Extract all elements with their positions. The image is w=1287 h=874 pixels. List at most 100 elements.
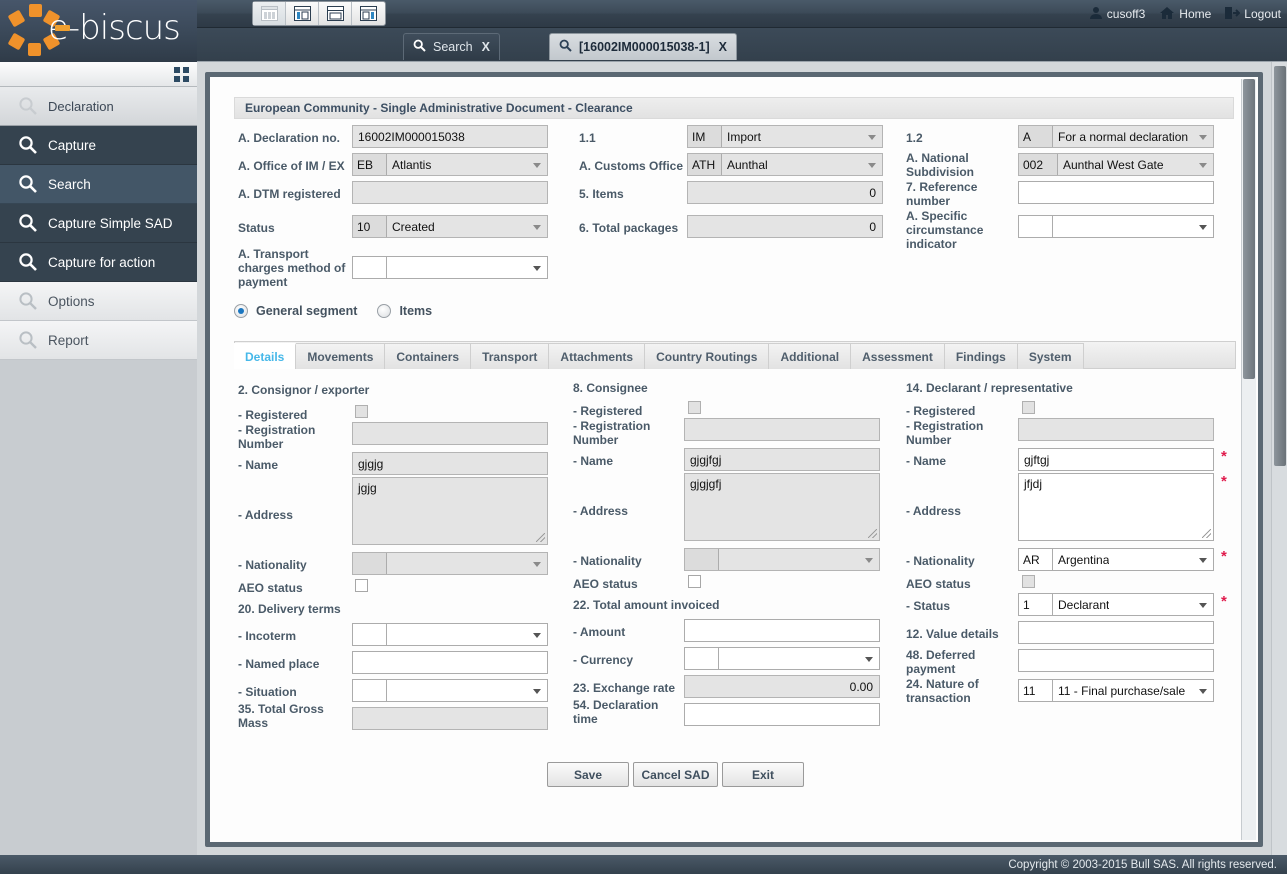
field-national-subdivision[interactable]: 002 Aunthal West Gate (1018, 153, 1214, 176)
field-nature-of-transaction[interactable]: 11 11 - Final purchase/sale (1018, 679, 1214, 702)
field-declarant-status[interactable]: 1 Declarant (1018, 593, 1214, 616)
field-total-gross-mass[interactable] (352, 707, 548, 730)
chevron-down-icon[interactable] (533, 266, 541, 271)
checkbox-consignor-aeo-status[interactable] (355, 579, 368, 592)
sidebar-item-search[interactable]: Search (0, 165, 197, 204)
checkbox-consignor-registered[interactable] (355, 405, 368, 418)
home-link[interactable]: Home (1159, 6, 1211, 23)
field-declaration-no[interactable]: 16002IM000015038 (352, 125, 548, 148)
resize-grip-icon[interactable] (868, 529, 877, 538)
logout-link[interactable]: Logout (1225, 6, 1281, 23)
tab-findings[interactable]: Findings (945, 343, 1018, 369)
tab-movements[interactable]: Movements (296, 343, 385, 369)
user-menu[interactable]: cusoff3 (1089, 6, 1145, 23)
close-icon[interactable]: X (482, 40, 490, 54)
checkbox-consignee-aeo-status[interactable] (688, 575, 701, 588)
field-consignor-nationality[interactable] (352, 552, 548, 575)
tab-transport[interactable]: Transport (471, 343, 549, 369)
field-currency[interactable] (684, 647, 880, 670)
tab-system[interactable]: System (1018, 343, 1084, 369)
view-left-split-icon[interactable] (286, 2, 319, 25)
chevron-down-icon[interactable] (1199, 163, 1207, 168)
chevron-down-icon[interactable] (533, 633, 541, 638)
checkbox-declarant-aeo-status[interactable] (1022, 575, 1035, 588)
tab-additional[interactable]: Additional (769, 343, 851, 369)
field-transport-charges[interactable] (352, 256, 548, 279)
field-value-details[interactable] (1018, 621, 1214, 644)
chevron-down-icon[interactable] (868, 135, 876, 140)
view-mode-icon-group[interactable] (252, 1, 386, 26)
checkbox-consignee-registered[interactable] (688, 401, 701, 414)
field-deferred-payment[interactable] (1018, 649, 1214, 672)
radio-items[interactable] (377, 304, 391, 318)
view-stacked-icon[interactable] (319, 2, 352, 25)
chevron-down-icon[interactable] (1199, 558, 1207, 563)
tab-containers[interactable]: Containers (385, 343, 471, 369)
field-situation[interactable] (352, 679, 548, 702)
field-1-1[interactable]: IM Import (687, 125, 883, 148)
session-tab-search[interactable]: Search X (403, 33, 500, 60)
close-icon[interactable]: X (719, 40, 727, 54)
field-consignee-nationality[interactable] (684, 548, 880, 571)
field-named-place[interactable] (352, 651, 548, 674)
field-declarant-registration-number[interactable] (1018, 418, 1214, 441)
chevron-down-icon[interactable] (1199, 603, 1207, 608)
sidebar-item-capture-for-action[interactable]: Capture for action (0, 243, 197, 282)
chevron-down-icon[interactable] (865, 558, 873, 563)
view-right-split-icon[interactable] (352, 2, 385, 25)
chevron-down-icon[interactable] (1199, 225, 1207, 230)
tab-country-routings[interactable]: Country Routings (645, 343, 769, 369)
field-declarant-address[interactable]: jfjdj (1018, 473, 1214, 541)
field-declarant-name[interactable]: gjftgj (1018, 448, 1214, 471)
sidebar-item-declaration[interactable]: Declaration (0, 87, 197, 126)
session-tab-declaration[interactable]: [16002IM000015038-1] X (549, 33, 737, 60)
cancel-sad-button[interactable]: Cancel SAD (633, 762, 718, 787)
exit-button[interactable]: Exit (722, 762, 804, 787)
field-exchange-rate[interactable]: 0.00 (684, 675, 880, 698)
chevron-down-icon[interactable] (1199, 135, 1207, 140)
field-declaration-time[interactable] (684, 703, 880, 726)
field-office-im-ex[interactable]: EB Atlantis (352, 153, 548, 176)
field-customs-office[interactable]: ATH Aunthal (687, 153, 883, 176)
field-total-packages[interactable]: 0 (687, 215, 883, 238)
grid-toggle-icon[interactable] (174, 67, 190, 82)
chevron-down-icon[interactable] (533, 163, 541, 168)
chevron-down-icon[interactable] (865, 657, 873, 662)
field-consignee-registration-number[interactable] (684, 418, 880, 441)
chevron-down-icon[interactable] (868, 163, 876, 168)
field-consignee-address[interactable]: gjgjgfj (684, 473, 880, 541)
field-amount[interactable] (684, 619, 880, 642)
field-status[interactable]: 10 Created (352, 215, 548, 238)
sidebar-item-report[interactable]: Report (0, 321, 197, 360)
field-consignor-address[interactable]: jgjg (352, 477, 548, 545)
field-consignor-name[interactable]: gjgjg (352, 452, 548, 475)
radio-general-segment[interactable] (234, 304, 248, 318)
checkbox-declarant-registered[interactable] (1022, 401, 1035, 414)
sidebar-item-capture-simple-sad[interactable]: Capture Simple SAD (0, 204, 197, 243)
view-columns-icon[interactable] (253, 2, 286, 25)
chevron-down-icon[interactable] (1199, 689, 1207, 694)
field-1-2[interactable]: A For a normal declaration (1018, 125, 1214, 148)
resize-grip-icon[interactable] (1202, 529, 1211, 538)
field-specific-circumstance[interactable] (1018, 215, 1214, 238)
field-consignor-registration-number[interactable] (352, 422, 548, 445)
panel-scrollbar[interactable] (1241, 79, 1256, 840)
chevron-down-icon[interactable] (533, 562, 541, 567)
brand-logo[interactable]: e-biscus (0, 0, 197, 62)
chevron-down-icon[interactable] (533, 225, 541, 230)
chevron-down-icon[interactable] (533, 689, 541, 694)
resize-grip-icon[interactable] (536, 533, 545, 542)
tab-assessment[interactable]: Assessment (851, 343, 945, 369)
segment-radio-group[interactable]: General segment Items (234, 304, 444, 318)
panel-scrollbar-thumb[interactable] (1243, 79, 1255, 379)
tab-details[interactable]: Details (234, 343, 296, 369)
page-scrollbar[interactable] (1271, 62, 1287, 855)
save-button[interactable]: Save (547, 762, 629, 787)
field-dtm-registered[interactable] (352, 181, 548, 204)
sidebar-item-options[interactable]: Options (0, 282, 197, 321)
field-consignee-name[interactable]: gjgjfgj (684, 448, 880, 471)
field-incoterm[interactable] (352, 623, 548, 646)
field-reference-number[interactable] (1018, 181, 1214, 204)
tab-attachments[interactable]: Attachments (549, 343, 645, 369)
field-declarant-nationality[interactable]: AR Argentina (1018, 548, 1214, 571)
